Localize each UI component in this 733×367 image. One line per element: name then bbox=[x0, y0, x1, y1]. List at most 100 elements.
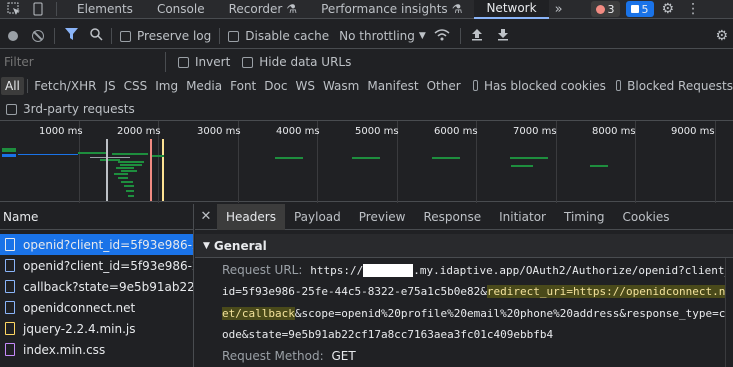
waterfall-bar bbox=[510, 157, 548, 159]
request-row[interactable]: openid?client_id=5f93e986-2 bbox=[0, 255, 193, 276]
type-media[interactable]: Media bbox=[182, 77, 226, 95]
close-icon[interactable]: ✕ bbox=[195, 209, 217, 224]
waterfall-bar bbox=[432, 157, 460, 159]
filter-input[interactable] bbox=[0, 52, 166, 72]
blocked-cookies-checkbox[interactable] bbox=[472, 80, 478, 91]
tab-console[interactable]: Console bbox=[145, 0, 217, 19]
waterfall-bar bbox=[124, 185, 134, 187]
waterfall-bar bbox=[2, 154, 16, 157]
inspect-element-icon[interactable] bbox=[0, 0, 28, 19]
type-manifest[interactable]: Manifest bbox=[363, 77, 422, 95]
request-url-part: .my.idaptive.app/OAuth2/Authorize/openid… bbox=[413, 264, 732, 277]
waterfall-bar bbox=[116, 167, 134, 169]
disable-cache-label: Disable cache bbox=[245, 29, 330, 43]
error-icon bbox=[595, 4, 605, 14]
device-toolbar-icon[interactable] bbox=[28, 0, 48, 19]
request-row[interactable]: openid?client_id=5f93e986-2 bbox=[0, 234, 193, 255]
tab-performance-insights[interactable]: Performance insights ⚗ bbox=[309, 0, 474, 19]
tick-label: 2000 ms bbox=[117, 126, 161, 137]
tab-network[interactable]: Network bbox=[474, 0, 549, 19]
stylesheet-icon bbox=[5, 343, 15, 356]
request-url-row: Request URL: https:// .my.idaptive.app/OA… bbox=[222, 263, 731, 277]
request-row[interactable]: openidconnect.net bbox=[0, 297, 193, 318]
type-all[interactable]: All bbox=[1, 76, 24, 95]
preserve-log-checkbox[interactable] bbox=[120, 30, 131, 42]
type-font[interactable]: Font bbox=[226, 77, 260, 95]
request-name: callback?state=9e5b91ab22cf bbox=[23, 279, 193, 294]
request-method-key: Request Method: bbox=[222, 349, 324, 363]
tab-elements[interactable]: Elements bbox=[65, 0, 145, 19]
tab-preview[interactable]: Preview bbox=[350, 204, 415, 230]
request-detail-panel: ✕ Headers Payload Preview Response Initi… bbox=[195, 203, 733, 367]
type-doc[interactable]: Doc bbox=[260, 77, 291, 95]
request-url-line: et/callback&scope=openid%20profile%20ema… bbox=[222, 307, 725, 320]
devtools-tabstrip: Elements Console Recorder ⚗ Performance i… bbox=[0, 0, 733, 19]
document-icon bbox=[5, 259, 15, 272]
request-row[interactable]: index.min.css bbox=[0, 339, 193, 360]
type-img[interactable]: Img bbox=[151, 77, 182, 95]
request-row[interactable]: jquery-2.2.4.min.js bbox=[0, 318, 193, 339]
scrollbar[interactable] bbox=[725, 258, 733, 367]
waterfall-bar bbox=[90, 157, 130, 158]
waterfall-bar bbox=[118, 161, 144, 163]
network-conditions-icon[interactable] bbox=[434, 28, 450, 44]
type-js[interactable]: JS bbox=[100, 77, 119, 95]
search-icon[interactable] bbox=[90, 28, 103, 44]
type-fetch-xhr[interactable]: Fetch/XHR bbox=[30, 77, 100, 95]
record-icon[interactable] bbox=[8, 31, 18, 41]
settings-gear-icon[interactable]: ⚙ bbox=[662, 1, 675, 17]
waterfall-bar bbox=[152, 155, 164, 157]
waterfall-bar bbox=[275, 157, 303, 159]
type-ws[interactable]: WS bbox=[291, 77, 318, 95]
message-badge[interactable]: 5 bbox=[625, 1, 654, 17]
hide-data-urls-label: Hide data URLs bbox=[259, 55, 352, 69]
message-icon bbox=[630, 5, 639, 13]
resource-type-filter: All Fetch/XHR JS CSS Img Media Font Doc … bbox=[0, 75, 733, 96]
message-count: 5 bbox=[641, 2, 649, 16]
throttling-select[interactable]: No throttling bbox=[339, 29, 415, 43]
document-icon bbox=[5, 238, 15, 251]
request-row[interactable]: callback?state=9e5b91ab22cf bbox=[0, 276, 193, 297]
tick-label: 8000 ms bbox=[592, 126, 636, 137]
tab-cookies[interactable]: Cookies bbox=[614, 204, 679, 230]
hide-data-urls-checkbox[interactable] bbox=[242, 56, 254, 68]
waterfall-bar bbox=[100, 159, 120, 161]
tab-headers[interactable]: Headers bbox=[217, 203, 285, 230]
more-options-icon[interactable]: ⋮ bbox=[686, 1, 700, 17]
general-section-header[interactable]: ▼ General bbox=[195, 234, 733, 258]
tick-label: 4000 ms bbox=[276, 126, 320, 137]
request-url-part: id=5f93e986-25fe-44c5-8322-e75a1c5b0e82& bbox=[222, 285, 487, 298]
tab-recorder-label: Recorder bbox=[228, 2, 283, 16]
chevron-down-icon[interactable]: ▼ bbox=[419, 31, 426, 41]
error-badge[interactable]: 3 bbox=[590, 1, 620, 17]
tab-timing[interactable]: Timing bbox=[555, 204, 614, 230]
export-har-icon[interactable] bbox=[497, 28, 509, 44]
tab-response[interactable]: Response bbox=[414, 204, 490, 230]
more-tabs-icon[interactable]: » bbox=[555, 2, 563, 17]
script-icon bbox=[5, 322, 15, 335]
blocked-cookies-label: Has blocked cookies bbox=[483, 78, 606, 93]
clear-icon[interactable] bbox=[32, 30, 44, 42]
redacted-block bbox=[363, 264, 414, 277]
tab-payload[interactable]: Payload bbox=[285, 204, 350, 230]
filter-funnel-icon[interactable] bbox=[65, 28, 78, 44]
tab-initiator[interactable]: Initiator bbox=[490, 204, 555, 230]
name-column-header[interactable]: Name bbox=[0, 204, 193, 230]
type-wasm[interactable]: Wasm bbox=[319, 77, 363, 95]
disable-cache-checkbox[interactable] bbox=[228, 30, 240, 42]
network-settings-icon[interactable]: ⚙ bbox=[715, 28, 728, 44]
tick-label: 6000 ms bbox=[434, 126, 478, 137]
document-icon bbox=[5, 280, 15, 293]
type-other[interactable]: Other bbox=[423, 77, 465, 95]
third-party-checkbox[interactable] bbox=[6, 103, 17, 115]
request-url-part: &scope=openid%20profile%20email%20phone%… bbox=[294, 307, 726, 320]
filter-row: Invert Hide data URLs bbox=[0, 52, 733, 72]
blocked-requests-checkbox[interactable] bbox=[615, 80, 622, 91]
waterfall-bar bbox=[352, 157, 380, 159]
request-list: Name openid?client_id=5f93e986-2 openid?… bbox=[0, 204, 194, 367]
invert-checkbox[interactable] bbox=[178, 56, 189, 68]
type-css[interactable]: CSS bbox=[120, 77, 152, 95]
timeline-overview[interactable]: 1000 ms 2000 ms 3000 ms 4000 ms 5000 ms … bbox=[0, 120, 733, 203]
tab-recorder[interactable]: Recorder ⚗ bbox=[217, 0, 310, 19]
import-har-icon[interactable] bbox=[471, 28, 483, 44]
